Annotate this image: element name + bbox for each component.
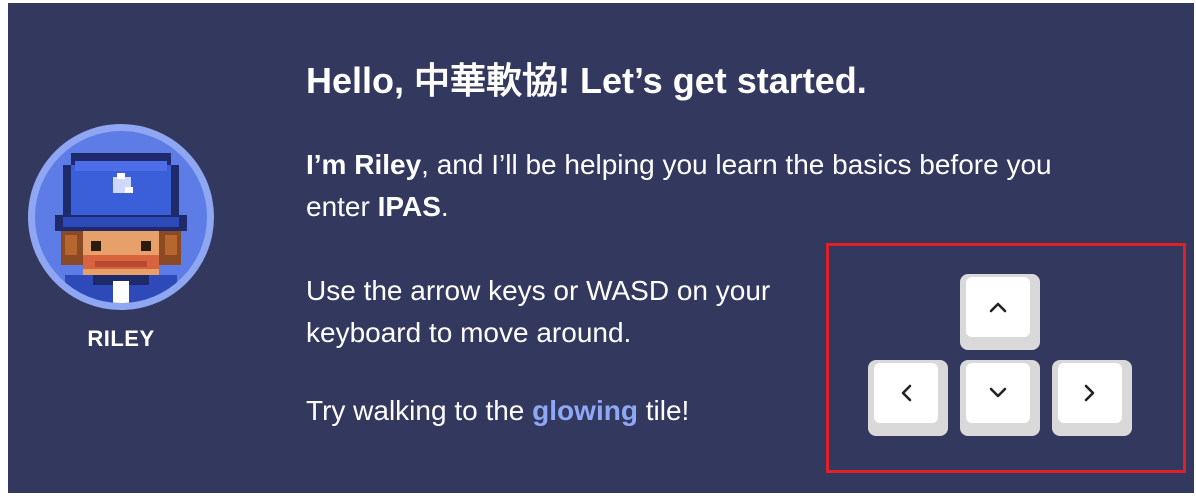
riley-pixel-avatar-icon — [55, 153, 187, 303]
riley-avatar — [28, 124, 214, 310]
try-text: Try walking to the glowing tile! — [306, 390, 826, 432]
instructions-text: Use the arrow keys or WASD on your keybo… — [306, 275, 771, 348]
guide-name: RILEY — [87, 326, 155, 351]
glowing-highlight: glowing — [532, 395, 638, 426]
dialog-title: Hello, 中華軟協! Let’s get started. — [306, 60, 867, 101]
chevron-right-icon — [1084, 384, 1095, 402]
try-prefix: Try walking to the — [306, 395, 533, 426]
key-left-cap — [874, 363, 938, 423]
key-down-cap — [966, 363, 1030, 423]
screen: RILEY Hello, 中華軟協! Let’s get started. I’… — [0, 0, 1196, 497]
intro-text-end: . — [440, 191, 449, 222]
intro-bold-name: I’m Riley — [306, 149, 422, 180]
intro-bold-ipas: IPAS — [377, 191, 441, 222]
chevron-down-icon — [989, 387, 1007, 398]
chevron-up-icon — [989, 302, 1007, 313]
key-left[interactable] — [868, 360, 948, 436]
try-suffix: tile! — [637, 395, 690, 426]
intro-text: I’m Riley, and I’ll be helping you learn… — [306, 144, 1086, 228]
avatar-portrait — [35, 131, 207, 303]
key-down[interactable] — [960, 360, 1040, 436]
key-up[interactable] — [960, 274, 1040, 350]
key-up-cap — [966, 277, 1030, 337]
key-right-cap — [1058, 363, 1122, 423]
chevron-left-icon — [901, 384, 912, 402]
key-right[interactable] — [1052, 360, 1132, 436]
